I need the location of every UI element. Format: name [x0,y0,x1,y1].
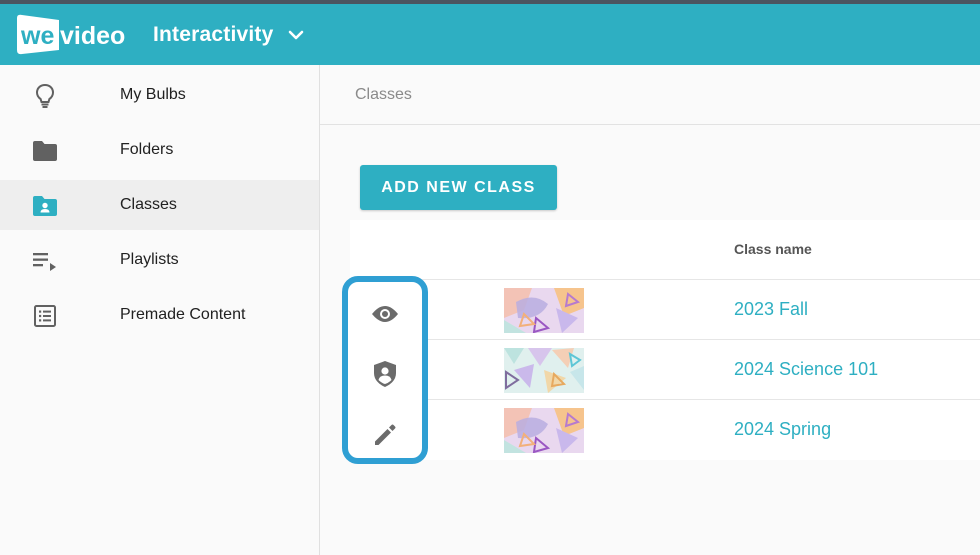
sidebar-item-label: My Bulbs [120,86,186,103]
view-class-button[interactable] [368,297,402,331]
table-row: 2024 Spring [350,400,980,460]
app-switcher[interactable]: Interactivity [153,22,305,48]
sidebar-item-folders[interactable]: Folders [0,125,319,175]
wevideo-logo[interactable]: we video [13,12,135,56]
lightbulb-icon [32,83,58,109]
sidebar-item-label: Classes [120,196,177,213]
class-privacy-button[interactable] [368,357,402,391]
sidebar: My Bulbs Folders Classes Playlists Prema… [0,65,320,555]
chevron-down-icon [289,30,304,40]
class-name-link[interactable]: 2023 Fall [734,299,808,320]
edit-class-button[interactable] [368,418,402,452]
sidebar-item-label: Folders [120,141,174,158]
table-row: 2023 Fall [350,280,980,340]
svg-text:video: video [60,22,125,50]
sidebar-item-label: Playlists [120,251,179,268]
column-header-class-name: Class name [734,241,812,257]
class-thumbnail [504,408,584,453]
classes-table: Class name 2023 Fall 2024 Science 101 20… [350,220,980,460]
table-header: Class name [350,220,980,280]
class-thumbnail [504,288,584,333]
sidebar-item-classes[interactable]: Classes [0,180,319,230]
app-header: we video Interactivity [0,4,980,65]
class-name-link[interactable]: 2024 Science 101 [734,359,878,380]
pencil-icon [375,424,396,445]
sidebar-item-playlists[interactable]: Playlists [0,235,319,285]
sidebar-item-label: Premade Content [120,306,246,323]
breadcrumb: Classes [355,86,412,103]
row-actions-highlight [342,276,428,464]
svg-text:we: we [20,22,54,50]
table-row: 2024 Science 101 [350,340,980,400]
breadcrumb-bar: Classes [320,65,980,125]
list-alt-icon [32,303,58,329]
class-folder-icon [32,193,58,219]
sidebar-item-premade-content[interactable]: Premade Content [0,290,319,340]
folder-icon [32,138,58,164]
class-name-link[interactable]: 2024 Spring [734,419,831,440]
app-title: Interactivity [153,23,274,46]
sidebar-item-my-bulbs[interactable]: My Bulbs [0,70,319,120]
class-thumbnail [504,348,584,393]
shield-user-icon [374,361,396,387]
add-new-class-button[interactable]: ADD NEW CLASS [360,165,557,210]
playlist-icon [32,248,58,274]
eye-icon [372,306,398,322]
